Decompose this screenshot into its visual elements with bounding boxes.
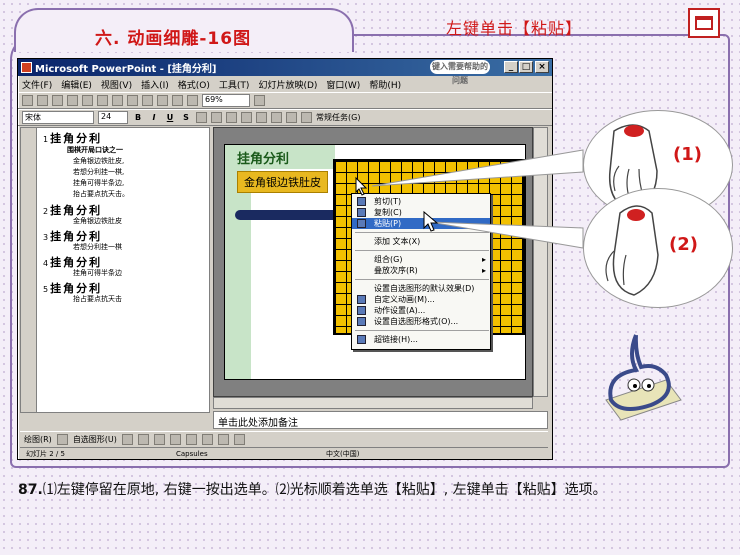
caption-text: ⑴左键停留在原地, 右键一按出选单。⑵光标顺着选单选【粘贴】, 左键单击【粘贴】…: [42, 482, 607, 498]
office-assistant-icon[interactable]: [596, 330, 686, 422]
step-label-1: (1): [673, 144, 702, 165]
mouse-hand-bubble-2: [583, 188, 733, 308]
caption-number: 87.: [18, 482, 43, 498]
left-click-hand-icon: [605, 205, 659, 296]
step-label-2: (2): [669, 234, 698, 255]
caption: 87.⑴左键停留在原地, 右键一按出选单。⑵光标顺着选单选【粘贴】, 左键单击【…: [18, 478, 730, 503]
